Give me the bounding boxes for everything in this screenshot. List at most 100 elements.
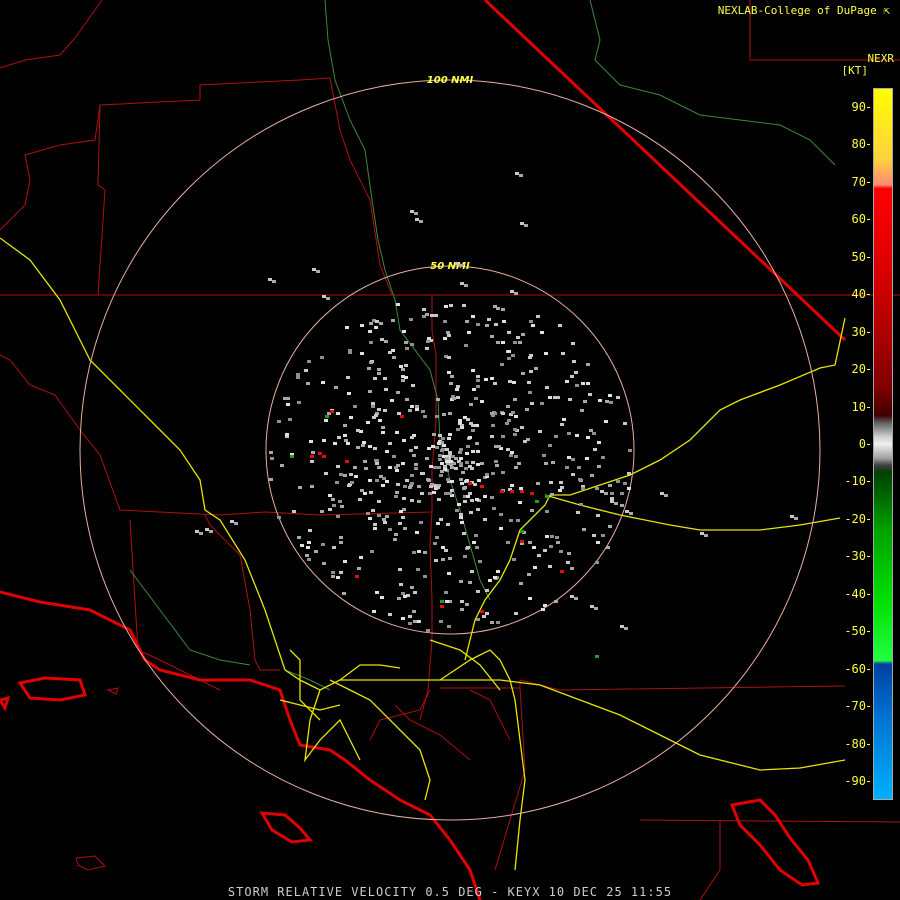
radar-return-pixel	[513, 428, 517, 431]
legend-tick-label: 50	[851, 249, 866, 264]
radar-return-pixel	[399, 510, 403, 513]
radar-return-pixel	[567, 432, 571, 435]
radar-return-pixel	[529, 320, 533, 323]
radar-return-pixel	[597, 441, 601, 444]
radar-return-pixel	[583, 400, 587, 403]
radar-return-pixel	[510, 484, 514, 487]
radar-return-pixel	[545, 386, 549, 389]
radar-return-pixel	[541, 608, 545, 611]
radar-return-pixel	[447, 572, 451, 575]
radar-return-pixel	[451, 455, 455, 458]
radar-return-pixel	[269, 478, 273, 481]
radar-return-pixel	[379, 322, 383, 325]
radar-return-pixel	[501, 435, 505, 438]
radar-return-pixel	[288, 418, 292, 421]
radar-return-pixel	[512, 558, 516, 561]
legend-tick-mark	[867, 706, 870, 708]
radar-return-pixel	[381, 431, 385, 434]
radar-return-pixel	[368, 330, 372, 333]
radar-return-pixel	[368, 445, 372, 448]
radar-return-pixel	[533, 566, 537, 569]
radar-return-pixel	[403, 485, 407, 488]
radar-return-pixel	[610, 492, 614, 495]
radar-return-pixel	[371, 405, 375, 408]
radar-return-pixel	[458, 451, 462, 454]
radar-return-pixel	[377, 372, 381, 375]
radar-return-pixel	[410, 499, 414, 502]
radar-return-pixel	[423, 575, 427, 578]
radar-return-pixel	[378, 419, 382, 422]
radar-return-pixel	[369, 491, 373, 494]
radar-return-pixel	[468, 492, 472, 495]
radar-return-pixel	[530, 509, 534, 512]
radar-return-pixel	[530, 492, 534, 495]
radar-return-pixel	[459, 516, 463, 519]
radar-return-pixel	[396, 391, 400, 394]
radar-return-pixel	[465, 461, 469, 464]
radar-return-pixel	[455, 388, 459, 391]
radar-return-pixel	[447, 356, 451, 359]
radar-return-pixel	[531, 324, 535, 327]
radar-return-pixel	[610, 497, 614, 500]
radar-return-pixel	[467, 331, 471, 334]
radar-return-pixel	[528, 356, 532, 359]
legend-tick-mark	[867, 593, 870, 595]
radar-return-pixel	[377, 514, 381, 517]
radar-return-pixel	[368, 390, 372, 393]
radar-return-pixel	[448, 412, 452, 415]
radar-return-pixel	[399, 365, 403, 368]
radar-return-pixel	[469, 511, 473, 514]
radar-return-pixel	[505, 422, 509, 425]
radar-return-pixel	[345, 460, 349, 463]
radar-return-pixel	[575, 384, 579, 387]
radar-return-pixel	[514, 455, 518, 458]
radar-return-pixel	[568, 398, 572, 401]
radar-return-pixel	[596, 541, 600, 544]
radar-return-pixel	[548, 565, 552, 568]
radar-return-pixel	[620, 492, 624, 495]
radar-return-pixel	[600, 490, 604, 493]
radar-return-pixel	[519, 487, 523, 490]
legend-tick-label: -90	[844, 774, 866, 789]
radar-return-pixel	[447, 437, 451, 440]
radar-return-pixel	[440, 470, 444, 473]
radar-return-pixel	[441, 558, 445, 561]
radar-return-pixel	[314, 550, 318, 553]
radar-return-pixel	[472, 541, 476, 544]
radar-return-pixel	[595, 655, 599, 658]
legend-tick-mark	[867, 668, 870, 670]
radar-return-pixel	[628, 449, 632, 452]
radar-return-pixel	[488, 579, 492, 582]
radar-return-pixel	[375, 591, 379, 594]
radar-return-pixel	[414, 446, 418, 449]
radar-return-pixel	[496, 341, 500, 344]
radar-return-pixel	[623, 422, 627, 425]
radar-return-pixel	[485, 473, 489, 476]
radar-return-pixel	[608, 525, 612, 528]
radar-return-pixel	[408, 486, 412, 489]
legend-tick-mark	[867, 181, 870, 183]
radar-return-pixel	[460, 482, 464, 485]
radar-return-pixel	[441, 437, 445, 440]
radar-return-pixel	[388, 528, 392, 531]
radar-return-pixel	[459, 264, 463, 267]
radar-return-pixel	[437, 442, 441, 445]
legend-tick-label: -80	[844, 736, 866, 751]
radar-return-pixel	[475, 424, 479, 427]
radar-return-pixel	[397, 597, 401, 600]
radar-return-pixel	[510, 290, 514, 293]
radar-return-pixel	[404, 376, 408, 379]
radar-return-pixel	[422, 308, 426, 311]
range-ring-50	[265, 265, 635, 635]
radar-return-pixel	[527, 381, 531, 384]
radar-return-pixel	[328, 508, 332, 511]
radar-return-pixel	[457, 503, 461, 506]
radar-return-pixel	[459, 513, 463, 516]
radar-return-pixel	[414, 463, 418, 466]
radar-return-pixel	[412, 610, 416, 613]
legend-tick-label: -20	[844, 511, 866, 526]
radar-return-pixel	[405, 479, 409, 482]
radar-return-pixel	[277, 516, 281, 519]
radar-return-pixel	[393, 538, 397, 541]
radar-return-pixel	[395, 491, 399, 494]
